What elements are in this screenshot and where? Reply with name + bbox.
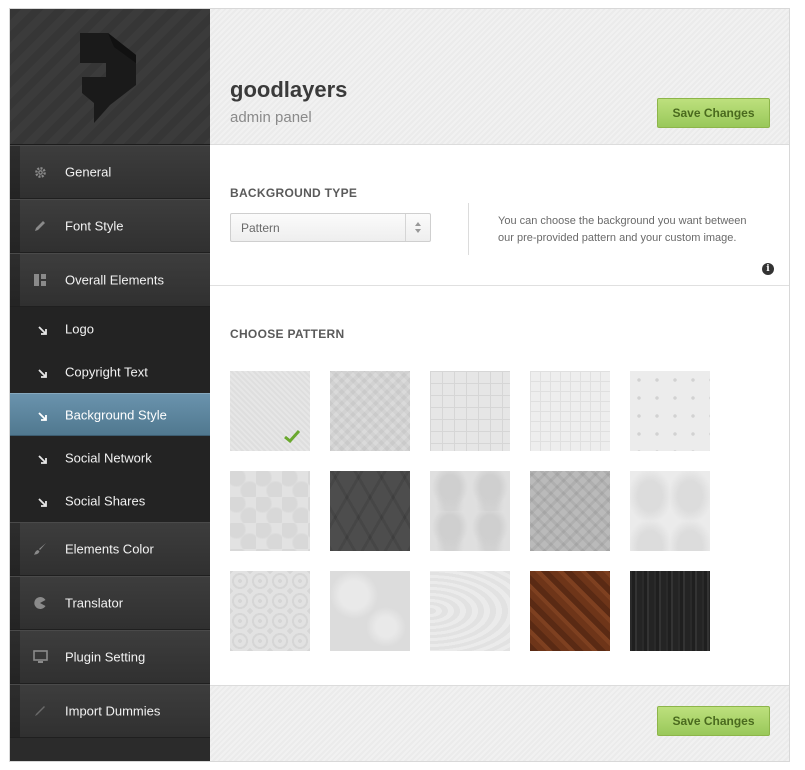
sidebar-item-label: Translator <box>65 595 124 611</box>
sidebar-item-import-dummies[interactable]: Import Dummies <box>10 684 210 738</box>
info-icon[interactable]: i <box>762 263 774 275</box>
select-arrows-icon <box>405 214 430 241</box>
pacman-icon <box>32 595 48 611</box>
goodlayers-logo-icon <box>80 33 136 123</box>
pattern-option[interactable] <box>530 471 610 551</box>
sidebar-item-label: Plugin Setting <box>65 649 146 665</box>
sidebar-subitem-label: Social Shares <box>65 493 146 508</box>
sidebar-subitem-label: Logo <box>65 321 94 336</box>
sidebar-subitem-label: Social Network <box>65 450 152 465</box>
sidebar-subitem-label: Background Style <box>65 407 167 422</box>
pen-icon <box>32 703 48 719</box>
nav-edge <box>10 254 20 306</box>
sidebar-subitem-copyright-text[interactable]: Copyright Text <box>10 350 210 393</box>
nav-edge <box>10 200 20 252</box>
background-type-section: BACKGROUND TYPE Pattern You can choose t… <box>210 145 789 286</box>
sidebar-subitem-logo[interactable]: Logo <box>10 307 210 350</box>
admin-panel-window: General Font Style Overall Elements Logo <box>9 8 790 762</box>
footer: Save Changes <box>210 685 789 761</box>
sidebar-item-label: General <box>65 164 112 180</box>
arrow-down-right-icon <box>38 367 48 378</box>
arrow-down-right-icon <box>38 410 48 421</box>
sidebar-item-plugin-setting[interactable]: Plugin Setting <box>10 630 210 684</box>
pattern-option[interactable] <box>330 471 410 551</box>
sidebar-item-label: Overall Elements <box>65 272 164 288</box>
arrow-down-right-icon <box>38 324 48 335</box>
sidebar-subitem-social-shares[interactable]: Social Shares <box>10 479 210 522</box>
save-changes-button[interactable]: Save Changes <box>657 706 770 736</box>
logo-area <box>10 9 210 145</box>
sidebar-item-elements-color[interactable]: Elements Color <box>10 522 210 576</box>
pattern-option[interactable] <box>230 471 310 551</box>
nav-edge <box>10 146 20 198</box>
main-content: BACKGROUND TYPE Pattern You can choose t… <box>210 145 789 685</box>
sidebar: General Font Style Overall Elements Logo <box>10 9 210 761</box>
section-title: CHOOSE PATTERN <box>230 327 345 341</box>
sidebar-subitem-social-network[interactable]: Social Network <box>10 436 210 479</box>
sidebar-item-label: Font Style <box>65 218 124 234</box>
divider <box>468 203 469 255</box>
nav-edge <box>10 631 20 683</box>
pattern-option[interactable] <box>430 571 510 651</box>
brand-name: goodlayers <box>230 77 348 102</box>
pattern-option[interactable] <box>330 571 410 651</box>
sidebar-item-translator[interactable]: Translator <box>10 576 210 630</box>
check-icon <box>284 430 300 443</box>
sidebar-item-overall-elements[interactable]: Overall Elements <box>10 253 210 307</box>
pattern-option[interactable] <box>530 371 610 451</box>
sidebar-item-font-style[interactable]: Font Style <box>10 199 210 253</box>
pattern-option[interactable] <box>330 371 410 451</box>
save-changes-button[interactable]: Save Changes <box>657 98 770 128</box>
sidebar-item-general[interactable]: General <box>10 145 210 199</box>
brand-subtitle: admin panel <box>230 109 312 126</box>
pattern-option[interactable] <box>430 471 510 551</box>
pattern-option[interactable] <box>230 571 310 651</box>
pattern-option[interactable] <box>630 471 710 551</box>
nav-edge <box>10 577 20 629</box>
gear-icon <box>32 164 48 180</box>
section-title: BACKGROUND TYPE <box>230 186 358 200</box>
sidebar-subitem-background-style[interactable]: Background Style <box>10 393 210 436</box>
brush-icon <box>32 541 48 557</box>
layout-icon <box>32 272 48 288</box>
pattern-option[interactable] <box>230 371 310 451</box>
background-type-select[interactable]: Pattern <box>230 213 431 242</box>
sidebar-item-label: Elements Color <box>65 541 154 557</box>
monitor-icon <box>32 649 48 665</box>
background-type-description: You can choose the background you want b… <box>498 215 747 244</box>
arrow-down-right-icon <box>38 496 48 507</box>
arrow-down-right-icon <box>38 453 48 464</box>
nav-edge <box>10 685 20 737</box>
header: goodlayers admin panel Save Changes <box>210 9 789 145</box>
pattern-option[interactable] <box>530 571 610 651</box>
pattern-option[interactable] <box>430 371 510 451</box>
sidebar-item-label: Import Dummies <box>65 703 161 719</box>
overall-elements-submenu: Logo Copyright Text Background Style Soc… <box>10 307 210 522</box>
nav-edge <box>10 523 20 575</box>
sidebar-subitem-label: Copyright Text <box>65 364 148 379</box>
pencil-icon <box>32 218 48 234</box>
pattern-option[interactable] <box>630 571 710 651</box>
pattern-option[interactable] <box>630 371 710 451</box>
select-value: Pattern <box>241 221 280 235</box>
